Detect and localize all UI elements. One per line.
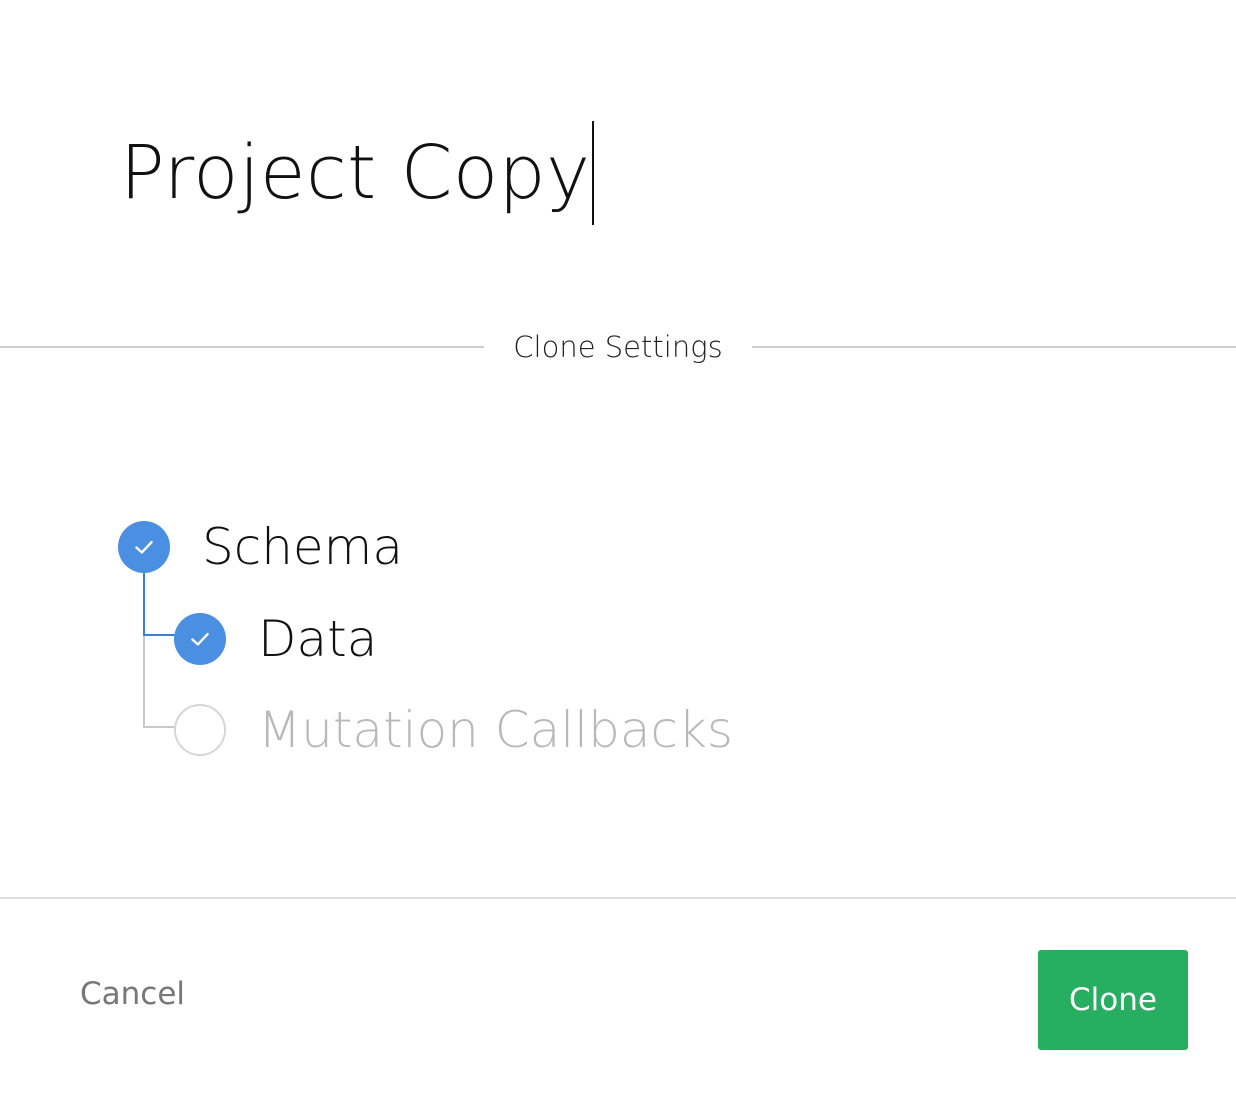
clone-settings-title: Clone Settings xyxy=(513,330,723,364)
checkmark-icon xyxy=(191,632,209,646)
option-data[interactable]: Data xyxy=(174,610,377,668)
clone-button[interactable]: Clone xyxy=(1038,950,1188,1050)
option-data-label: Data xyxy=(258,610,378,668)
tree-line-callbacks-branch xyxy=(143,726,175,728)
option-mutation-callbacks[interactable]: Mutation Callbacks xyxy=(174,701,733,759)
option-schema[interactable]: Schema xyxy=(118,518,403,576)
text-caret xyxy=(592,121,595,225)
mutation-callbacks-checkbox[interactable] xyxy=(174,704,226,756)
footer-divider xyxy=(0,897,1236,899)
tree-line-schema-data-vertical xyxy=(143,570,145,636)
project-name-input[interactable]: Project Copy xyxy=(120,130,590,216)
clone-options-tree: Schema Data Mutation Callbacks xyxy=(0,500,1236,800)
divider-line-left xyxy=(0,346,484,348)
schema-checkbox[interactable] xyxy=(118,521,170,573)
clone-settings-divider: Clone Settings xyxy=(0,330,1236,364)
tree-line-data-branch xyxy=(143,634,175,636)
checkmark-icon xyxy=(135,540,153,554)
option-mutation-callbacks-label: Mutation Callbacks xyxy=(258,701,733,759)
project-name-field[interactable]: Project Copy xyxy=(120,118,595,228)
clone-project-dialog: Project Copy Clone Settings Schema Data … xyxy=(0,0,1236,1098)
divider-line-right xyxy=(752,346,1236,348)
option-schema-label: Schema xyxy=(202,518,404,576)
tree-line-callbacks-vertical xyxy=(143,636,145,726)
data-checkbox[interactable] xyxy=(174,613,226,665)
cancel-button[interactable]: Cancel xyxy=(80,976,185,1012)
